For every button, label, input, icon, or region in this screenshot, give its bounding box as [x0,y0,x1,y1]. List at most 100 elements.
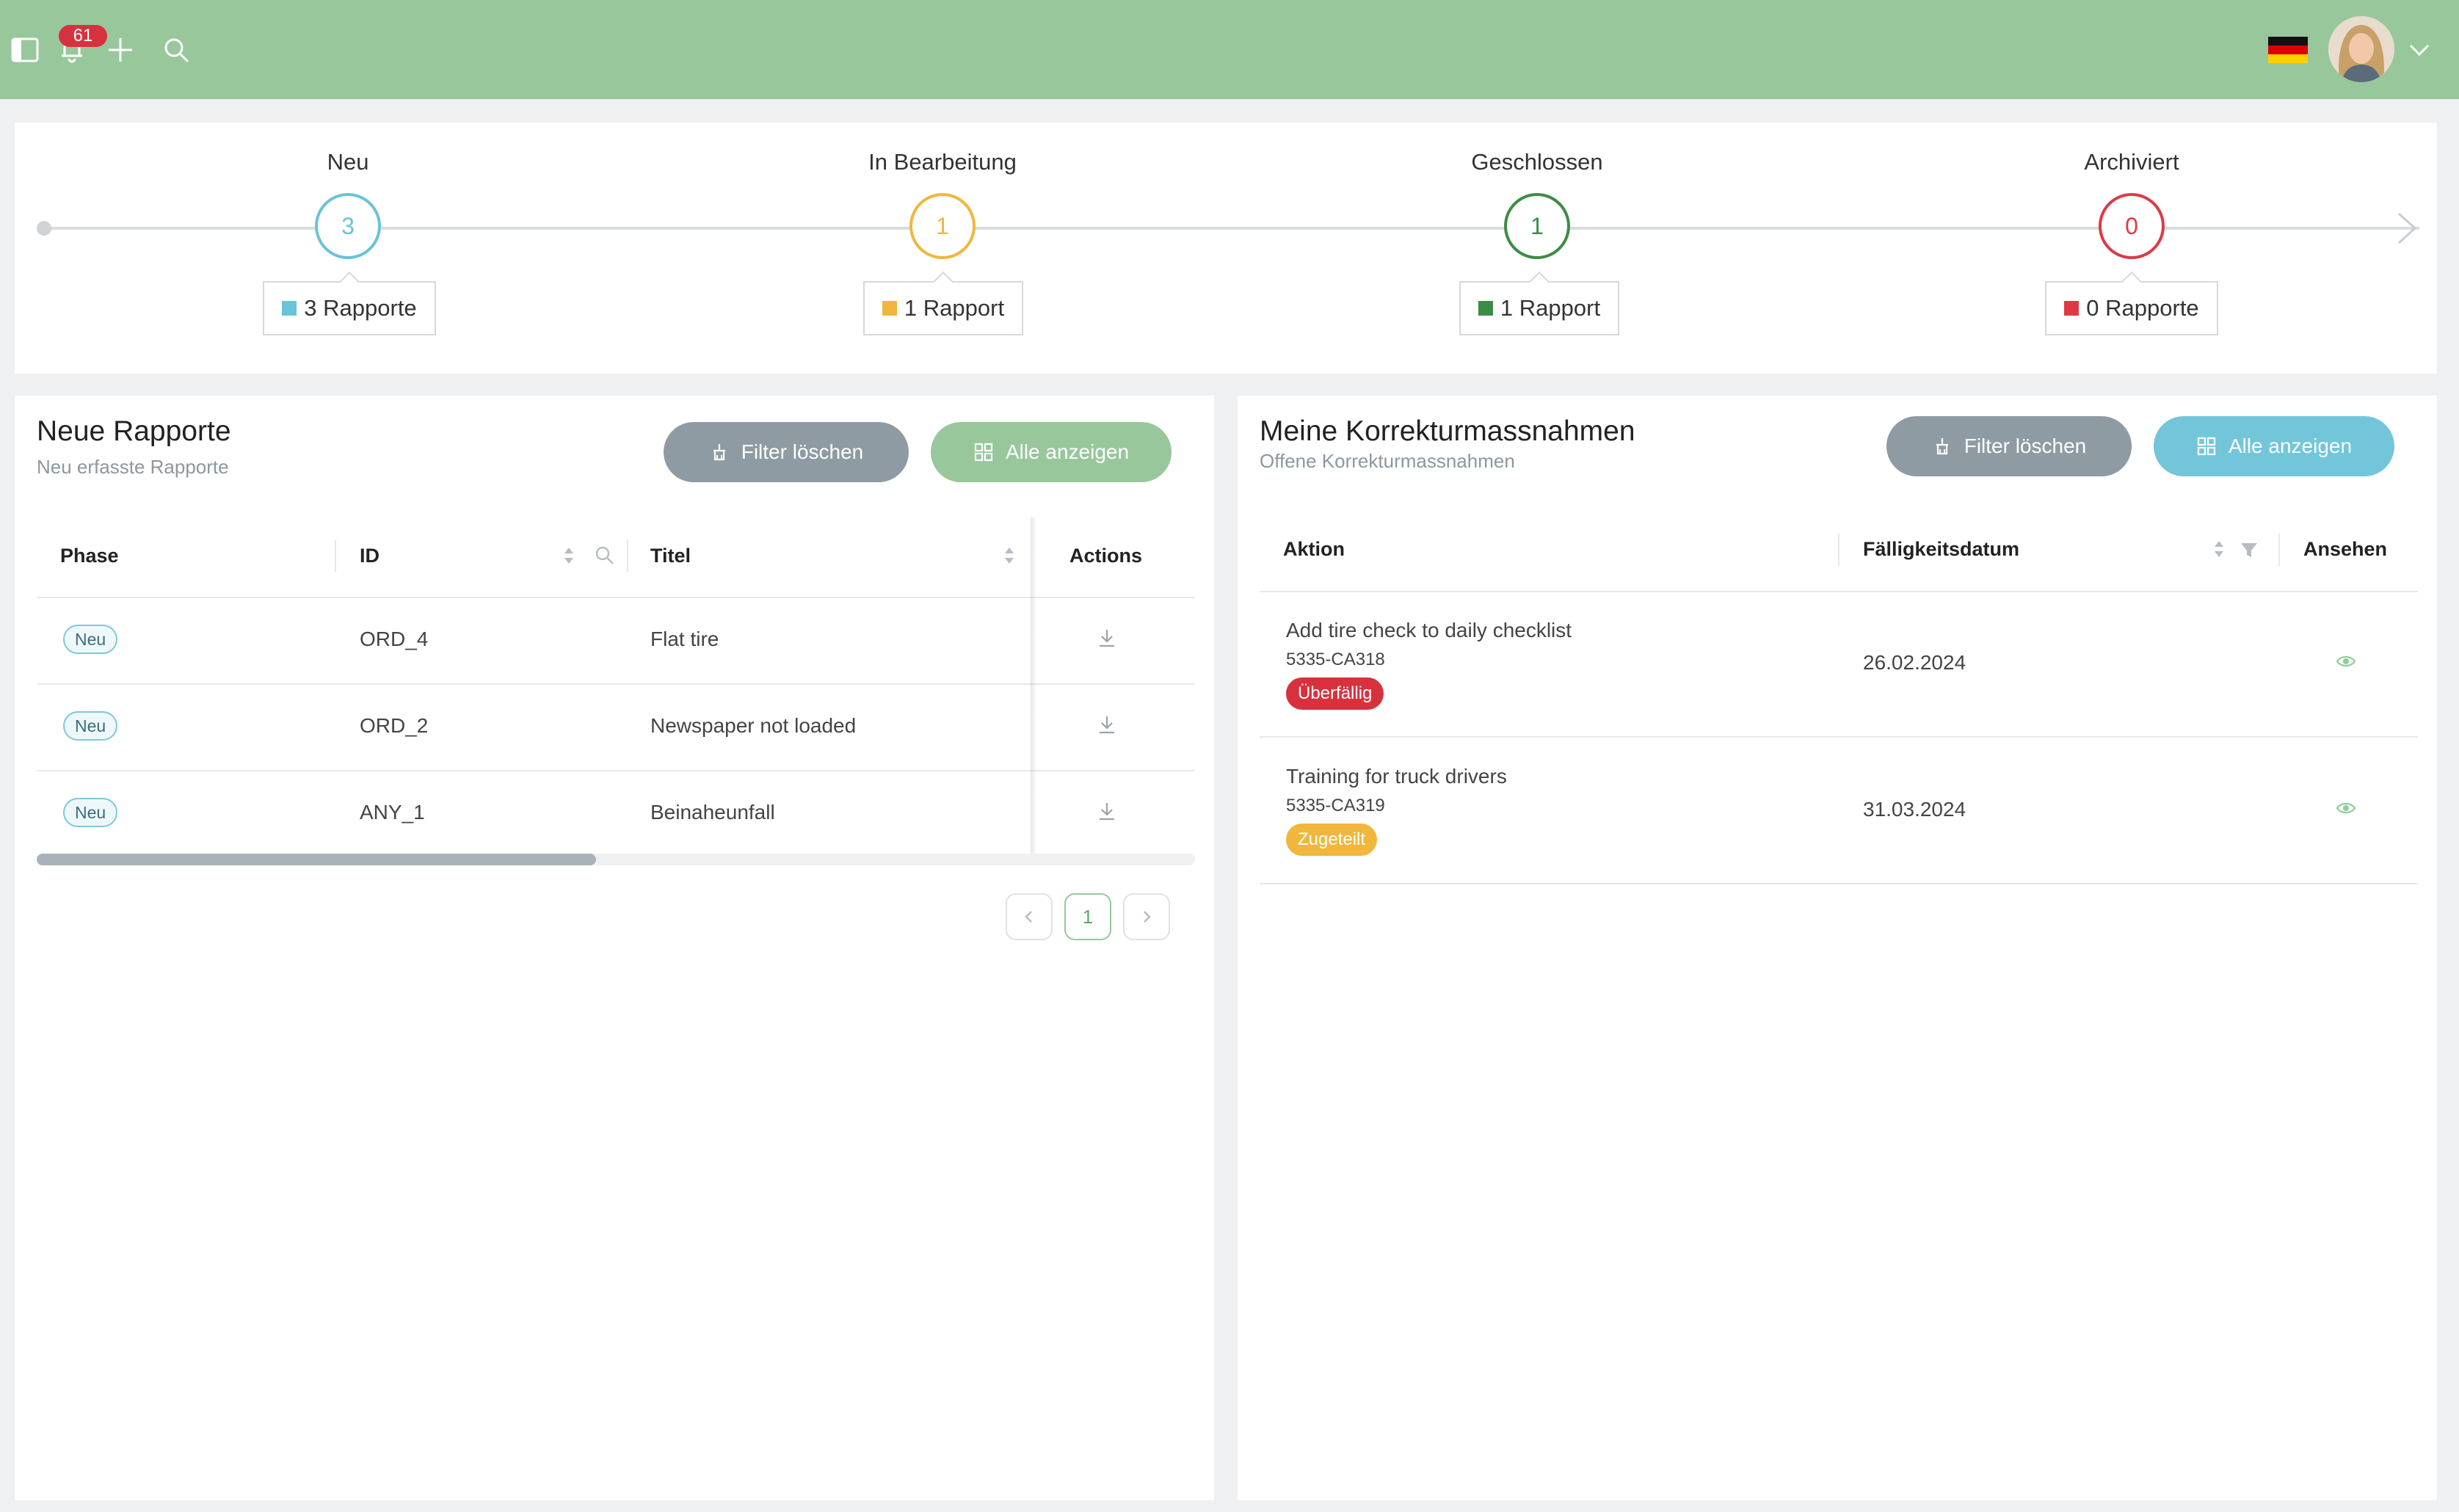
row-divider [1260,883,2418,884]
column-divider [2278,534,2280,566]
show-all-button[interactable]: Alle anzeigen [2154,416,2394,476]
column-header-view: Ansehen [2303,538,2388,560]
top-bar: 61 [0,0,2459,99]
download-icon[interactable] [1097,801,1117,821]
column-header-action[interactable]: Aktion [1283,538,1345,561]
status-badge: Überfällig [1286,677,1384,710]
filter-clear-button[interactable]: Filter löschen [664,422,909,482]
phase-in-bearbeitung[interactable]: In Bearbeitung 1 1 Rapport [810,123,1075,374]
eye-icon[interactable] [2336,798,2356,818]
phase-label: Archiviert [2084,149,2179,175]
due-date: 26.02.2024 [1863,651,1966,674]
phase-count-circle: 3 [315,193,381,259]
sidebar-toggle-icon[interactable] [3,28,47,72]
phase-neu[interactable]: Neu 3 3 Rapporte [216,123,480,374]
action-title: Training for truck drivers [1286,765,1507,788]
report-title: Flat tire [650,628,719,650]
action-code: 5335-CA319 [1286,796,1385,815]
search-icon[interactable] [595,545,615,566]
broom-icon [713,444,725,461]
phase-summary: 3 Rapporte [263,281,436,335]
chevron-right-icon [1144,911,1151,923]
show-all-label: Alle anzeigen [1005,440,1130,463]
phase-overview-panel: Neu 3 3 Rapporte In Bearbeitung 1 1 Rapp… [15,123,2437,374]
legend-square-icon [882,301,897,316]
column-divider [335,539,336,572]
report-title: Beinaheunfall [650,801,775,824]
column-header-due-date[interactable]: Fälligkeitsdatum [1863,538,2019,561]
header-divider [1260,591,2418,592]
arrow-right-icon [2397,212,2417,244]
action-code: 5335-CA318 [1286,650,1385,669]
phase-pill: Neu [63,625,118,654]
phase-pill: Neu [63,711,118,741]
chevron-down-icon[interactable] [2405,35,2434,65]
phase-count-circle: 1 [1504,193,1570,259]
phase-summary: 0 Rapporte [2045,281,2218,335]
previous-page-button[interactable] [1006,893,1053,940]
status-badge: Zugeteilt [1286,824,1378,856]
search-icon[interactable] [154,28,198,72]
panel-title: Meine Korrekturmassnahmen [1260,415,1635,447]
new-reports-panel: Neue Rapporte Neu erfasste Rapporte Filt… [15,396,1214,1500]
broom-icon [1936,438,1948,455]
filter-icon[interactable] [2239,539,2259,560]
download-icon[interactable] [1097,714,1117,735]
panel-subtitle: Offene Korrekturmassnahmen [1260,450,1515,472]
phase-pill: Neu [63,798,118,827]
due-date: 31.03.2024 [1863,798,1966,821]
phase-summary-label: 3 Rapporte [304,295,417,321]
show-all-button[interactable]: Alle anzeigen [931,422,1172,482]
column-header-phase[interactable]: Phase [60,545,119,567]
filter-clear-button[interactable]: Filter löschen [1886,416,2132,476]
phase-label: Neu [327,149,369,175]
add-icon[interactable] [98,28,142,72]
sticky-column-shadow [1031,517,1036,857]
row-divider [37,770,1195,771]
scrollbar-thumb[interactable] [37,854,596,865]
column-header-id[interactable]: ID [360,545,379,567]
phase-archiviert[interactable]: Archiviert 0 0 Rapporte [1999,123,2264,374]
filter-clear-label: Filter löschen [741,440,864,463]
flag-germany-icon[interactable] [2268,37,2308,63]
eye-icon[interactable] [2336,651,2356,672]
grid-icon [2197,437,2216,456]
report-id: ORD_4 [360,628,429,650]
download-icon[interactable] [1097,628,1117,648]
panel-title: Neue Rapporte [37,415,231,447]
show-all-label: Alle anzeigen [2228,435,2353,457]
phase-label: In Bearbeitung [868,149,1017,175]
column-header-title[interactable]: Titel [650,545,691,567]
sort-icon[interactable] [562,545,575,567]
report-id: ANY_1 [360,801,425,824]
phase-count-circle: 1 [909,193,976,259]
page-button-current[interactable]: 1 [1064,893,1111,940]
report-id: ORD_2 [360,714,429,737]
column-divider [1838,534,1839,566]
phase-track-start [37,221,51,236]
phase-summary: 1 Rapport [863,281,1023,335]
phase-summary-label: 1 Rapport [904,295,1005,321]
legend-square-icon [1478,301,1493,316]
column-divider [627,539,628,572]
phase-summary-label: 0 Rapporte [2086,295,2199,321]
sort-icon[interactable] [2212,538,2226,560]
report-title: Newspaper not loaded [650,714,857,737]
row-divider [1260,736,2418,738]
legend-square-icon [2064,301,2080,316]
phase-count-circle: 0 [2099,193,2165,259]
column-header-actions: Actions [1069,545,1143,567]
phase-geschlossen[interactable]: Geschlossen 1 1 Rapport [1405,123,1669,374]
phase-summary: 1 Rapport [1459,281,1619,335]
next-page-button[interactable] [1123,893,1170,940]
phase-summary-label: 1 Rapport [1500,295,1601,321]
sort-icon[interactable] [1003,545,1016,567]
action-title: Add tire check to daily checklist [1286,619,1572,641]
legend-square-icon [282,301,297,316]
chevron-left-icon [1025,911,1032,923]
user-avatar[interactable] [2328,16,2394,82]
grid-icon [974,443,993,462]
header-divider [37,597,1195,598]
phase-label: Geschlossen [1471,149,1603,175]
row-divider [37,683,1195,685]
